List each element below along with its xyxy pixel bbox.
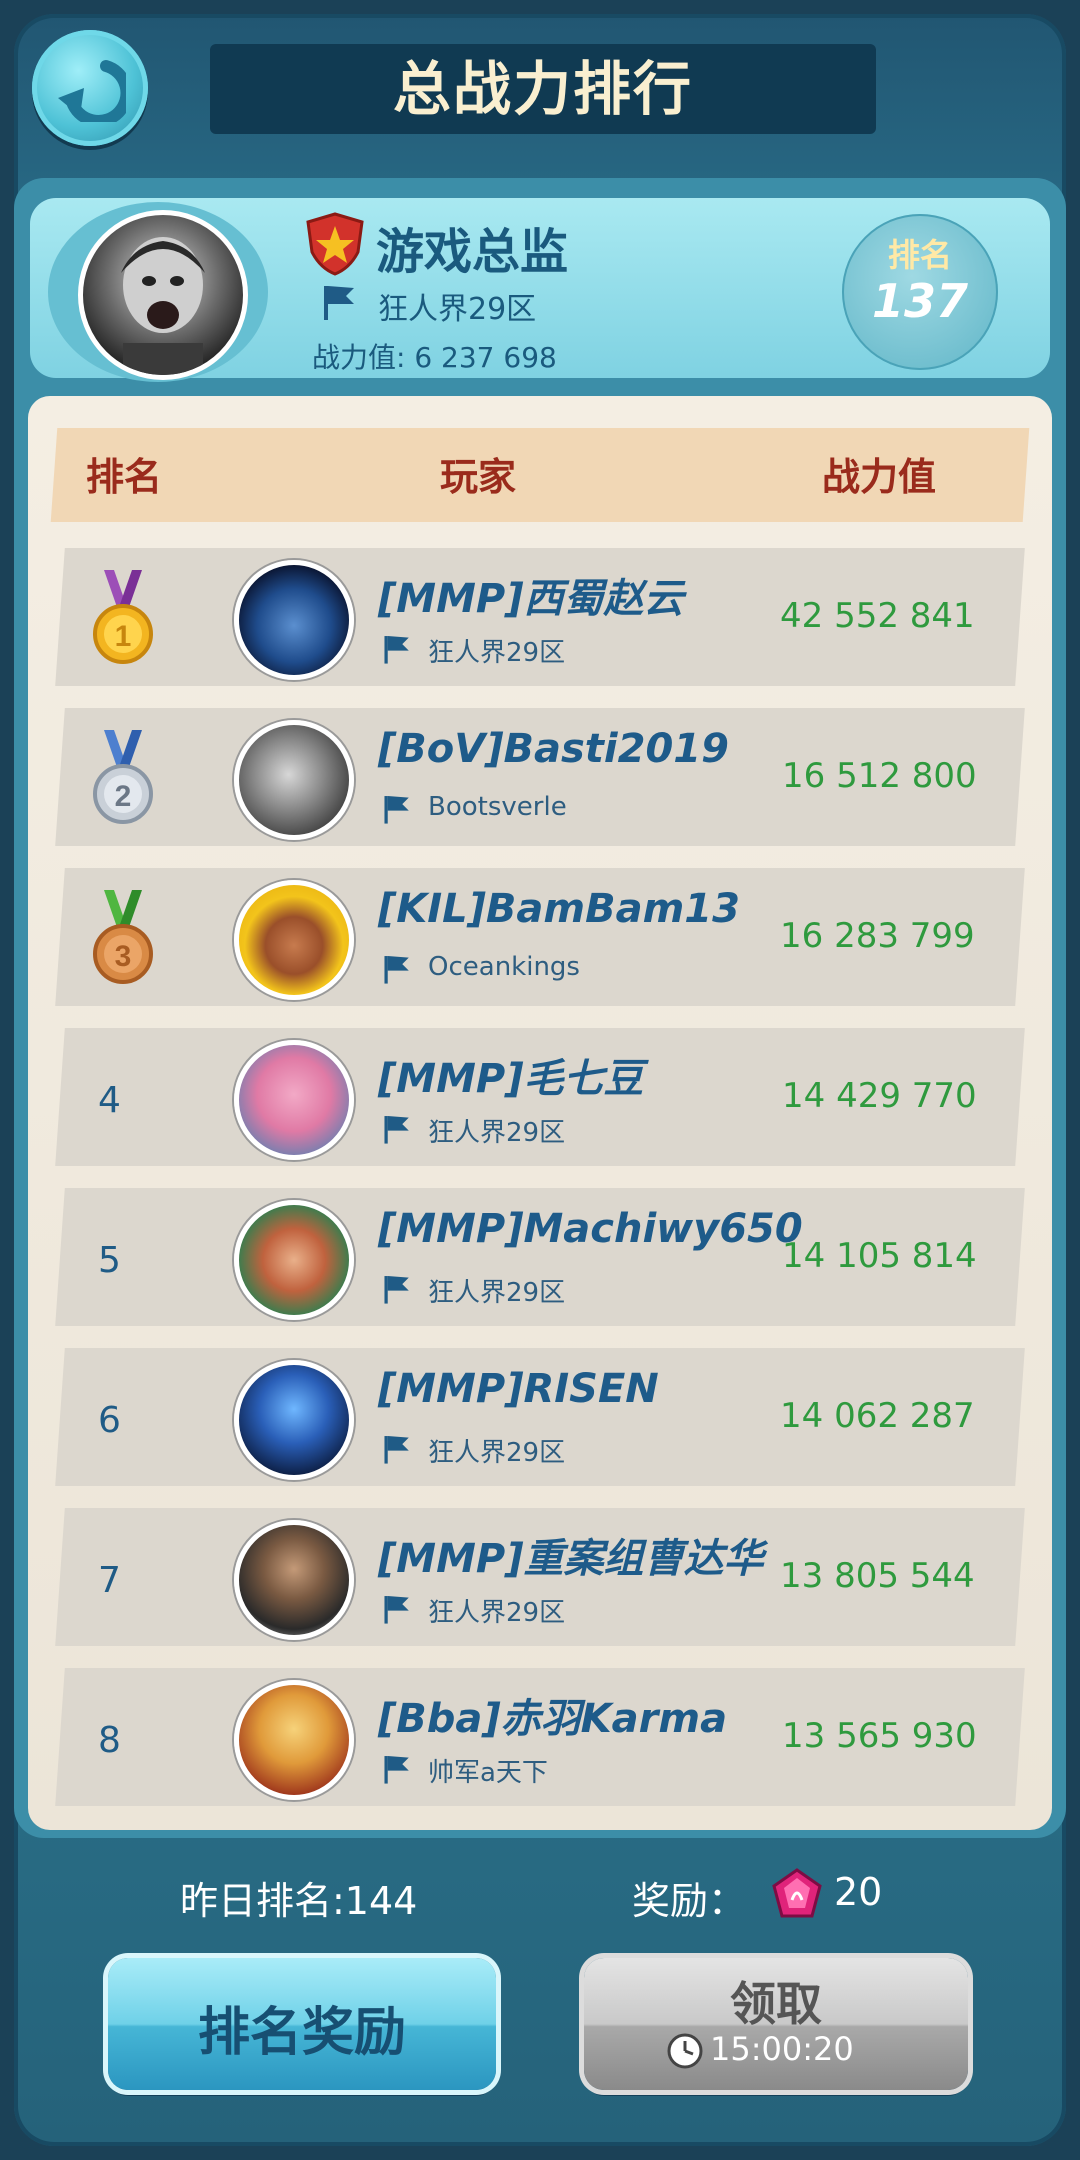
my-name: 游戏总监 bbox=[376, 224, 569, 280]
shield-star-icon bbox=[306, 212, 364, 276]
back-button[interactable] bbox=[32, 30, 148, 146]
claim-button-label[interactable]: 领取 bbox=[584, 1968, 968, 2034]
player-server: 狂人界29区 bbox=[428, 1598, 566, 1628]
rank-number: 6 bbox=[98, 1400, 121, 1441]
reward-value: 20 bbox=[834, 1870, 883, 1914]
avatar[interactable] bbox=[234, 560, 354, 680]
yesterday-rank: 昨日排名:144 bbox=[180, 1879, 418, 1923]
player-server: 狂人界29区 bbox=[428, 1118, 566, 1148]
page-title: 总战力排行 bbox=[392, 55, 693, 123]
flag-icon bbox=[384, 1756, 409, 1784]
player-server: 狂人界29区 bbox=[428, 638, 566, 668]
player-name[interactable]: [MMP]RISEN bbox=[378, 1366, 659, 1412]
player-server: 狂人界29区 bbox=[428, 1438, 566, 1468]
my-rank-value: 137 bbox=[871, 274, 969, 328]
player-server: Bootsverle bbox=[428, 792, 567, 822]
rank-number: 7 bbox=[98, 1560, 121, 1601]
player-power: 16 512 800 bbox=[782, 756, 977, 796]
player-power: 14 062 287 bbox=[780, 1396, 975, 1436]
avatar[interactable] bbox=[234, 880, 354, 1000]
avatar[interactable] bbox=[234, 1520, 354, 1640]
player-name[interactable]: [Bba]赤羽Karma bbox=[378, 1686, 727, 1744]
flag-icon bbox=[324, 286, 354, 320]
svg-text:1: 1 bbox=[115, 620, 132, 653]
player-power: 16 283 799 bbox=[780, 916, 975, 956]
gold-medal-icon: 1 bbox=[93, 570, 153, 664]
player-power: 14 105 814 bbox=[782, 1236, 977, 1276]
player-server: 帅军a天下 bbox=[428, 1758, 548, 1788]
gem-icon bbox=[772, 1868, 822, 1918]
my-rank-label: 排名 bbox=[887, 236, 952, 274]
flag-icon bbox=[384, 1116, 409, 1144]
my-power: 战力值: 6 237 698 bbox=[312, 341, 557, 374]
player-name[interactable]: [MMP]Machiwy650 bbox=[378, 1206, 803, 1252]
rank-number: 8 bbox=[98, 1720, 121, 1761]
player-name[interactable]: [MMP]毛七豆 bbox=[378, 1046, 644, 1104]
player-power: 13 565 930 bbox=[782, 1716, 977, 1756]
avatar[interactable] bbox=[234, 1680, 354, 1800]
bronze-medal-icon: 3 bbox=[93, 890, 153, 984]
header-rank: 排名 bbox=[86, 455, 163, 499]
player-name[interactable]: [MMP]重案组曹达华 bbox=[378, 1526, 764, 1584]
player-name[interactable]: [BoV]Basti2019 bbox=[378, 726, 729, 772]
avatar[interactable] bbox=[234, 1360, 354, 1480]
svg-text:3: 3 bbox=[115, 940, 132, 973]
flag-icon bbox=[384, 636, 409, 664]
avatar[interactable] bbox=[234, 1040, 354, 1160]
player-name[interactable]: [MMP]西蜀赵云 bbox=[378, 566, 684, 624]
silver-medal-icon: 2 bbox=[93, 730, 153, 824]
flag-icon bbox=[384, 1276, 409, 1304]
flag-icon bbox=[384, 796, 409, 824]
reward-label: 奖励： bbox=[632, 1879, 747, 1923]
my-avatar[interactable] bbox=[78, 210, 248, 380]
rank-reward-button-label[interactable]: 排名奖励 bbox=[108, 1990, 496, 2065]
player-server: 狂人界29区 bbox=[428, 1278, 566, 1308]
svg-text:2: 2 bbox=[115, 780, 132, 813]
player-server: Oceankings bbox=[428, 952, 580, 982]
claim-timer: 15:00:20 bbox=[710, 2030, 854, 2068]
player-power: 42 552 841 bbox=[780, 596, 975, 636]
header-power: 战力值 bbox=[822, 455, 937, 499]
flag-icon bbox=[384, 1436, 409, 1464]
header-player: 玩家 bbox=[440, 455, 517, 499]
rank-number: 5 bbox=[98, 1240, 121, 1281]
rank-number: 4 bbox=[98, 1080, 121, 1121]
avatar[interactable] bbox=[234, 1200, 354, 1320]
flag-icon bbox=[384, 1596, 409, 1624]
clock-icon bbox=[667, 2033, 703, 2069]
player-power: 14 429 770 bbox=[782, 1076, 977, 1116]
avatar[interactable] bbox=[234, 720, 354, 840]
player-name[interactable]: [KIL]BamBam13 bbox=[378, 886, 740, 932]
flag-icon bbox=[384, 956, 409, 984]
my-server: 狂人界29区 bbox=[378, 292, 537, 327]
back-arrow-icon bbox=[58, 60, 126, 122]
player-power: 13 805 544 bbox=[780, 1556, 975, 1596]
